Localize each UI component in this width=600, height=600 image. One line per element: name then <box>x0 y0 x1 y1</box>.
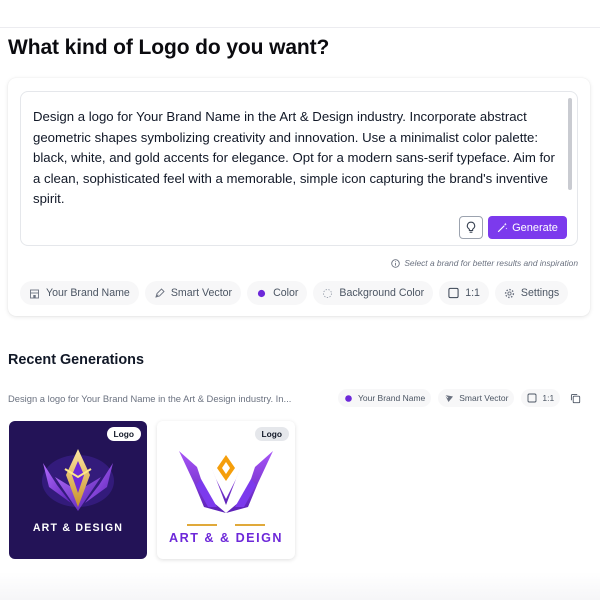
bottom-fade <box>0 572 600 600</box>
ratio-chip-label: 1:1 <box>465 287 480 299</box>
options-bar: Your Brand Name Smart Vector Color Backg… <box>20 281 569 305</box>
color-chip[interactable]: Color <box>247 281 308 305</box>
filled-dot-icon <box>256 288 267 299</box>
brand-chip-label: Your Brand Name <box>46 287 130 299</box>
color-chip-label: Color <box>273 287 299 299</box>
filled-dot-icon <box>345 394 352 402</box>
copy-prompt-button[interactable] <box>568 391 582 405</box>
ratio-chip[interactable]: 1:1 <box>439 281 489 305</box>
idea-button[interactable] <box>459 216 483 239</box>
square-icon <box>448 287 459 299</box>
lightbulb-icon <box>466 221 476 233</box>
top-divider <box>0 27 600 28</box>
square-icon <box>527 393 537 403</box>
prompt-scrollbar[interactable] <box>568 98 572 190</box>
settings-chip[interactable]: Settings <box>494 281 569 305</box>
vector-pen-icon <box>154 287 165 299</box>
generation-thumbnail[interactable]: Logo ART & & DEIGN <box>157 421 295 559</box>
vector-pen-icon <box>444 394 454 402</box>
generation-style-chip: Smart Vector <box>438 389 515 407</box>
generation-ratio-chip: 1:1 <box>521 389 561 407</box>
generation-thumbnail[interactable]: Logo ART & DESIGN <box>9 421 147 559</box>
generate-button[interactable]: Generate <box>488 216 567 239</box>
style-chip-label: Smart Vector <box>170 287 233 299</box>
prompt-textarea[interactable]: Design a logo for Your Brand Name in the… <box>20 91 578 246</box>
gear-icon <box>504 288 515 299</box>
info-icon <box>391 258 401 268</box>
logo-emblem-icon <box>42 449 114 511</box>
page-title: What kind of Logo do you want? <box>8 36 330 59</box>
generate-label: Generate <box>512 221 558 234</box>
prompt-text[interactable]: Design a logo for Your Brand Name in the… <box>33 107 563 210</box>
brand-chip[interactable]: Your Brand Name <box>20 281 139 305</box>
copy-icon <box>570 393 580 403</box>
background-color-chip-label: Background Color <box>339 287 425 299</box>
recent-generations-title: Recent Generations <box>8 352 144 368</box>
background-color-chip[interactable]: Background Color <box>313 281 434 305</box>
generation-brand-label: Your Brand Name <box>358 393 426 403</box>
generation-style-label: Smart Vector <box>459 393 509 403</box>
brand-hint-text: Select a brand for better results and in… <box>404 258 578 268</box>
generation-ratio-label: 1:1 <box>542 393 555 403</box>
logo-wordmark: ART & DESIGN <box>32 522 124 534</box>
generation-brand-chip: Your Brand Name <box>338 389 432 407</box>
building-icon <box>29 288 40 299</box>
dotted-circle-icon <box>322 288 333 299</box>
style-chip[interactable]: Smart Vector <box>144 281 242 305</box>
generation-prompt-preview: Design a logo for Your Brand Name in the… <box>8 392 292 404</box>
logo-wordmark: ART & & DEIGN <box>169 531 283 545</box>
generation-meta-row: Design a logo for Your Brand Name in the… <box>8 388 593 408</box>
magic-wand-icon <box>497 222 508 233</box>
brand-hint: Select a brand for better results and in… <box>391 258 578 268</box>
prompt-card: Design a logo for Your Brand Name in the… <box>8 78 590 316</box>
settings-chip-label: Settings <box>520 287 560 299</box>
